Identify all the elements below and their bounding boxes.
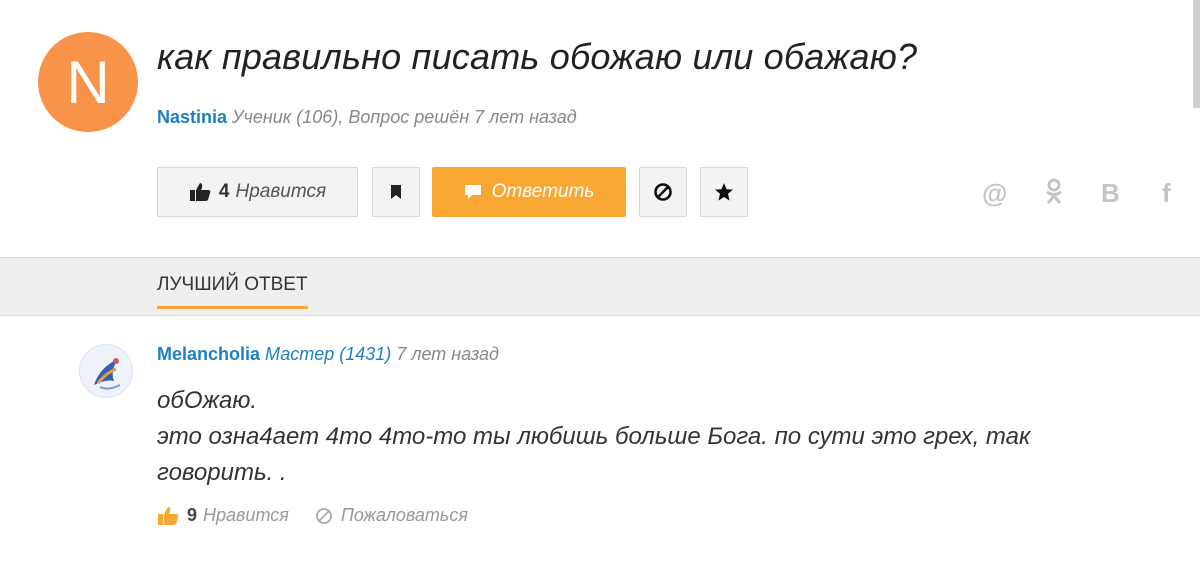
like-label: Нравится (235, 181, 327, 202)
best-answer-section-bar: ЛУЧШИЙ ОТВЕТ (0, 257, 1200, 316)
star-icon (715, 183, 733, 201)
answer-meta: Melancholia Мастер (1431) 7 лет назад (157, 344, 499, 365)
bookmark-icon (391, 185, 401, 199)
answer-line-2: это озна4ает 4то 4то-то ты любишь больше… (157, 423, 1031, 486)
thumbs-up-icon (189, 183, 211, 201)
block-icon (654, 183, 672, 201)
answer-label: Ответить (491, 181, 595, 202)
answer-text: обОжаю. это озна4ает 4то 4то-то ты любиш… (157, 383, 1147, 491)
bookmark-button[interactable] (372, 167, 420, 217)
share-vk-icon[interactable]: В (1101, 178, 1120, 209)
answer-author-link[interactable]: Melancholia (157, 344, 260, 364)
answer-button[interactable]: Ответить (432, 167, 626, 217)
like-button[interactable]: 4 Нравится (157, 167, 358, 217)
answer-like-label[interactable]: Нравится (203, 505, 289, 526)
question-title: как правильно писать обожаю или обажаю? (157, 36, 918, 77)
answer-like-count: 9 (187, 505, 198, 525)
block-button[interactable] (639, 167, 687, 217)
share-ok-icon[interactable] (1044, 178, 1064, 211)
question-meta-text: Ученик (106), Вопрос решён 7 лет назад (232, 107, 577, 127)
tab-best-answer[interactable]: ЛУЧШИЙ ОТВЕТ (157, 274, 308, 309)
report-button[interactable]: Пожаловаться (315, 505, 468, 526)
question-author-avatar[interactable]: N (38, 32, 138, 132)
question-meta: Nastinia Ученик (106), Вопрос решён 7 ле… (157, 107, 577, 128)
report-label: Пожаловаться (340, 505, 468, 525)
like-count: 4 (218, 181, 230, 202)
share-fb-icon[interactable]: f (1162, 178, 1171, 209)
comment-icon (464, 185, 481, 199)
favorite-button[interactable] (700, 167, 748, 217)
answer-time: 7 лет назад (396, 344, 499, 364)
scrollbar[interactable] (1193, 0, 1200, 108)
block-icon (315, 507, 332, 524)
answer-line-1: обОжаю. (157, 387, 258, 414)
answer-author-rank: Мастер (1431) (265, 344, 392, 364)
answer-actions: 9 Нравится Пожаловаться (157, 505, 468, 526)
share-mail-icon[interactable]: @ (982, 178, 1007, 209)
question-author-link[interactable]: Nastinia (157, 107, 227, 127)
answer-author-avatar[interactable] (79, 344, 133, 398)
thumbs-up-icon[interactable] (157, 506, 179, 526)
